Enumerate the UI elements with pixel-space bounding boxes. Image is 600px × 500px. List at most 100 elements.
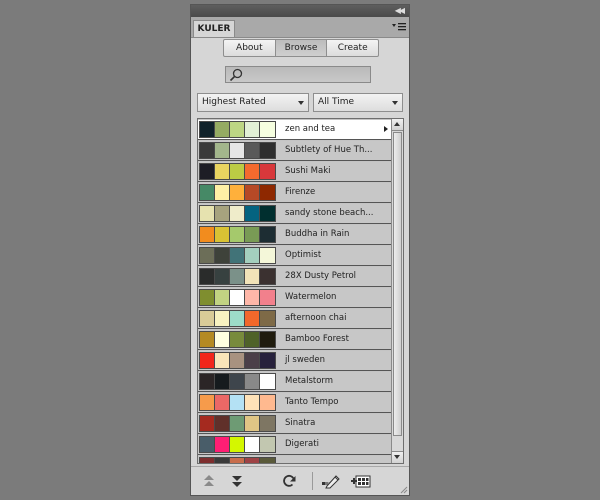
theme-row[interactable]: Subtlety of Hue Th... <box>198 141 391 161</box>
color-swatch <box>215 290 230 305</box>
theme-row[interactable]: Buddha in Rain <box>198 225 391 245</box>
refresh-icon[interactable] <box>281 473 297 489</box>
color-swatch <box>215 206 230 221</box>
theme-swatches <box>199 394 276 411</box>
theme-row[interactable]: Tanto Tempo <box>198 393 391 413</box>
panel-tab-kuler[interactable]: KULER <box>193 20 235 37</box>
create-tab[interactable]: Create <box>327 40 378 56</box>
theme-swatches <box>199 373 276 390</box>
color-swatch <box>260 143 275 158</box>
color-swatch <box>200 458 215 463</box>
color-swatch <box>215 143 230 158</box>
time-range-dropdown[interactable]: All Time <box>313 93 403 112</box>
theme-row[interactable]: sandy stone beach... <box>198 204 391 224</box>
theme-row[interactable]: Sinatra <box>198 414 391 434</box>
theme-row[interactable]: Firenze <box>198 183 391 203</box>
theme-name: afternoon chai <box>285 313 347 323</box>
color-swatch <box>260 458 275 463</box>
theme-row[interactable]: Digerati <box>198 435 391 455</box>
color-swatch <box>245 164 260 179</box>
scroll-down-icon[interactable] <box>392 451 403 463</box>
time-range-dropdown-value: All Time <box>318 97 355 107</box>
theme-row[interactable] <box>198 456 391 463</box>
color-swatch <box>245 290 260 305</box>
panel-title-bar[interactable]: ◀◀ <box>191 5 409 17</box>
color-swatch <box>215 437 230 452</box>
color-swatch <box>245 248 260 263</box>
color-swatch <box>215 122 230 137</box>
theme-swatches <box>199 121 276 138</box>
resize-grip-icon[interactable] <box>400 486 408 494</box>
edit-theme-icon[interactable] <box>321 473 341 489</box>
previous-set-icon[interactable] <box>201 473 217 489</box>
color-swatch <box>245 374 260 389</box>
theme-name: jl sweden <box>285 355 326 365</box>
color-swatch <box>215 269 230 284</box>
color-swatch <box>200 206 215 221</box>
theme-row[interactable]: jl sweden <box>198 351 391 371</box>
view-segmented-control: About Browse Create <box>223 39 379 57</box>
color-swatch <box>245 458 260 463</box>
panel-menu-icon[interactable] <box>392 22 406 32</box>
add-to-swatches-icon[interactable] <box>351 473 371 489</box>
color-swatch <box>230 374 245 389</box>
color-swatch <box>200 374 215 389</box>
color-swatch <box>230 164 245 179</box>
browse-tab[interactable]: Browse <box>275 40 328 56</box>
color-swatch <box>200 164 215 179</box>
sort-dropdown[interactable]: Highest Rated <box>197 93 309 112</box>
color-swatch <box>260 437 275 452</box>
color-swatch <box>200 437 215 452</box>
color-swatch <box>260 374 275 389</box>
color-swatch <box>260 353 275 368</box>
color-swatch <box>245 185 260 200</box>
panel-tab-bar: KULER <box>191 17 409 38</box>
theme-row[interactable]: Optimist <box>198 246 391 266</box>
theme-row[interactable]: Sushi Maki <box>198 162 391 182</box>
next-set-icon[interactable] <box>229 473 245 489</box>
theme-name: zen and tea <box>285 124 336 134</box>
sort-dropdown-value: Highest Rated <box>202 97 266 107</box>
theme-row[interactable]: zen and tea <box>198 120 391 140</box>
color-swatch <box>200 143 215 158</box>
theme-name: Buddha in Rain <box>285 229 350 239</box>
list-scrollbar[interactable] <box>391 119 403 463</box>
theme-swatches <box>199 226 276 243</box>
about-tab[interactable]: About <box>224 40 276 56</box>
theme-swatches <box>199 247 276 264</box>
theme-name: Metalstorm <box>285 376 334 386</box>
color-swatch <box>260 395 275 410</box>
theme-row[interactable]: Bamboo Forest <box>198 330 391 350</box>
toolbar-divider <box>312 472 313 490</box>
color-swatch <box>230 122 245 137</box>
chevron-down-icon <box>298 101 304 105</box>
row-menu-arrow-icon[interactable] <box>384 126 388 132</box>
theme-swatches <box>199 142 276 159</box>
search-input[interactable] <box>225 66 371 83</box>
color-swatch <box>215 248 230 263</box>
theme-row[interactable]: 28X Dusty Petrol <box>198 267 391 287</box>
color-swatch <box>260 416 275 431</box>
theme-row[interactable]: Watermelon <box>198 288 391 308</box>
color-swatch <box>230 269 245 284</box>
color-swatch <box>200 248 215 263</box>
color-swatch <box>245 227 260 242</box>
collapse-icon[interactable]: ◀◀ <box>395 5 405 17</box>
theme-swatches <box>199 289 276 306</box>
theme-row[interactable]: Metalstorm <box>198 372 391 392</box>
theme-row[interactable]: afternoon chai <box>198 309 391 329</box>
color-swatch <box>260 185 275 200</box>
color-swatch <box>245 122 260 137</box>
theme-name: Sinatra <box>285 418 316 428</box>
color-swatch <box>230 227 245 242</box>
theme-name: Tanto Tempo <box>285 397 339 407</box>
scroll-thumb[interactable] <box>393 132 402 436</box>
color-swatch <box>260 269 275 284</box>
scroll-up-icon[interactable] <box>392 119 403 131</box>
theme-swatches <box>199 352 276 369</box>
color-swatch <box>230 185 245 200</box>
color-swatch <box>230 458 245 463</box>
color-swatch <box>260 206 275 221</box>
theme-swatches <box>199 163 276 180</box>
theme-swatches <box>199 436 276 453</box>
